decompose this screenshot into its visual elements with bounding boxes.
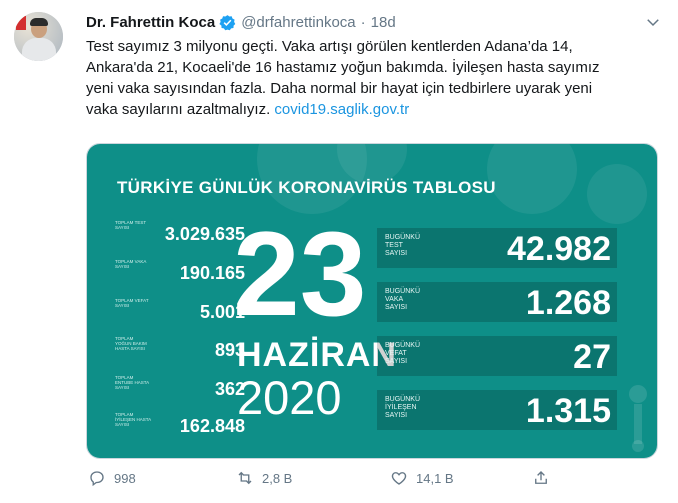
date-day: 23 [233,207,367,341]
ministry-emblem-graphic [629,385,647,452]
like-count: 14,1 B [416,470,454,486]
share-button[interactable] [532,466,550,490]
heart-icon [391,472,407,485]
retweet-count: 2,8 B [262,470,293,486]
avatar-hair [30,18,48,26]
tweet-link[interactable]: covid19.saglik.gov.tr [274,101,409,118]
tweet-image[interactable]: TÜRKİYE GÜNLÜK KORONAVİRÜS TABLOSU TOPLA… [86,143,658,459]
box-label: BUGÜNKÜ İYİLEŞEN SAYISI [385,396,421,419]
avatar-body [22,38,56,61]
box-value: 1.268 [525,284,611,322]
stat-label: TOPLAM ENTUBE HASTA SAYISI [115,375,149,390]
reply-count: 998 [114,470,136,486]
tweet-time[interactable]: 18d [371,14,396,31]
share-icon [535,471,547,484]
today-recovered-box: BUGÜNKÜ İYİLEŞEN SAYISI 1.315 [377,390,617,430]
total-recovered-stat: TOPLAM İYİLEŞEN HASTA SAYISI 162.848 [115,412,245,440]
virus-graphic [487,144,577,214]
tweet-text-line: Test sayımız 3 milyonu geçti. Vaka artış… [86,38,573,55]
today-death-box: BUGÜNKÜ VEFAT SAYISI 27 [377,336,617,376]
box-value: 27 [573,338,611,376]
tweet-actions: 998 2,8 B 14,1 B [86,466,646,490]
tweet-text: Test sayımız 3 milyonu geçti. Vaka artış… [86,36,656,120]
virus-graphic [587,164,647,224]
author-name[interactable]: Dr. Fahrettin Koca [86,14,215,31]
stat-label: TOPLAM İYİLEŞEN HASTA SAYISI [115,412,151,427]
avatar[interactable] [14,12,63,61]
retweet-icon [238,471,252,485]
tweet-text-line: Ankara'da 21, Kocaeli'de 16 hastamız yoğ… [86,59,600,76]
box-label: BUGÜNKÜ TEST SAYISI [385,234,421,257]
stat-label: TOPLAM TEST SAYISI [115,220,147,230]
reply-button[interactable]: 998 [88,466,136,490]
tweet-text-line: yeni vaka sayısından fazla. Daha normal … [86,80,593,97]
today-test-box: BUGÜNKÜ TEST SAYISI 42.982 [377,228,617,268]
verified-badge-icon [219,14,236,30]
date-year: 2020 [237,371,342,424]
flag-icon [16,16,26,30]
like-button[interactable]: 14,1 B [390,466,454,490]
retweet-button[interactable]: 2,8 B [236,466,292,490]
total-case-stat: TOPLAM VAKA SAYISI 190.165 [115,259,245,287]
total-test-stat: TOPLAM TEST SAYISI 3.029.635 [115,220,245,248]
box-label: BUGÜNKÜ VAKA SAYISI [385,288,421,311]
today-case-box: BUGÜNKÜ VAKA SAYISI 1.268 [377,282,617,322]
tweet: Dr. Fahrettin Koca @drfahrettinkoca · 18… [0,0,678,503]
author-handle[interactable]: @drfahrettinkoca [241,14,355,31]
separator-dot: · [360,13,366,31]
tweet-header: Dr. Fahrettin Koca @drfahrettinkoca · 18… [86,12,396,32]
total-icu-stat: TOPLAM YOĞUN BAKIM HASTA SAYISI 893 [115,336,245,364]
infographic-title: TÜRKİYE GÜNLÜK KORONAVİRÜS TABLOSU [117,178,496,197]
total-intubated-stat: TOPLAM ENTUBE HASTA SAYISI 362 [115,375,245,403]
stat-label: TOPLAM VEFAT SAYISI [115,298,149,308]
stat-value: 162.848 [179,416,245,436]
chevron-down-icon[interactable] [644,13,662,31]
total-death-stat: TOPLAM VEFAT SAYISI 5.001 [115,298,245,326]
covid-infographic: TÜRKİYE GÜNLÜK KORONAVİRÜS TABLOSU TOPLA… [87,144,657,458]
tweet-text-line: vaka sayılarını azaltmalıyız. [86,101,275,118]
stat-label: TOPLAM YOĞUN BAKIM HASTA SAYISI [115,336,147,351]
box-value: 1.315 [525,392,611,430]
stat-label: TOPLAM VAKA SAYISI [115,259,147,269]
reply-icon [90,471,104,487]
box-value: 42.982 [507,230,611,268]
box-label: BUGÜNKÜ VEFAT SAYISI [385,342,421,365]
